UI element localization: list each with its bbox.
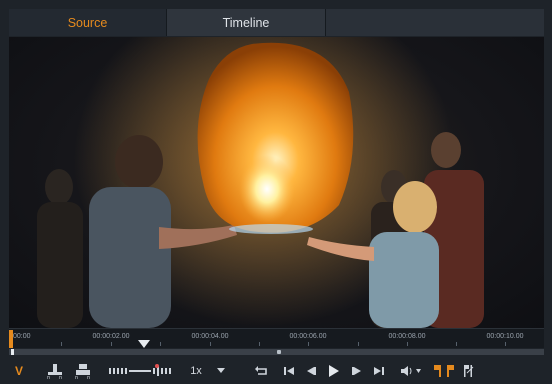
ruler-tick bbox=[61, 342, 62, 346]
mark-in-icon[interactable] bbox=[433, 362, 443, 380]
ruler-tick bbox=[160, 342, 161, 346]
svg-text:n: n bbox=[75, 375, 78, 379]
playhead-handle[interactable] bbox=[138, 340, 150, 348]
mark-out-icon[interactable] bbox=[445, 362, 455, 380]
video-preview[interactable] bbox=[9, 37, 544, 328]
step-back-icon[interactable] bbox=[303, 362, 319, 380]
svg-text:n: n bbox=[59, 375, 62, 379]
ruler-tick-label: 00:00:08.00 bbox=[388, 333, 426, 340]
ruler-tick-label: 00:00:04.00 bbox=[191, 333, 229, 340]
ruler-tick bbox=[259, 342, 260, 346]
video-frame-image bbox=[37, 37, 484, 328]
ruler-tick bbox=[407, 342, 408, 346]
tab-bar-filler bbox=[326, 9, 544, 36]
player-panel: Source Timeline 00:00 00:00:02.00 00:00:… bbox=[0, 0, 552, 384]
scrollbar-start-marker bbox=[11, 349, 14, 355]
ruler-tick bbox=[210, 342, 211, 346]
ruler-tick-label: 00:00:02.00 bbox=[92, 333, 130, 340]
go-to-end-icon[interactable] bbox=[371, 362, 387, 380]
loop-icon[interactable] bbox=[253, 362, 271, 380]
shuttle-jog-slider[interactable] bbox=[107, 362, 175, 380]
scrollbar-position-indicator[interactable] bbox=[277, 350, 281, 354]
step-forward-icon[interactable] bbox=[349, 362, 365, 380]
video-track-label: V bbox=[14, 364, 23, 378]
svg-text:n: n bbox=[47, 375, 50, 379]
transport-toolbar: V nn nn 1x bbox=[9, 357, 544, 384]
ruler-tick bbox=[358, 342, 359, 346]
ruler-tick bbox=[111, 342, 112, 346]
overwrite-split-icon[interactable]: nn bbox=[73, 362, 93, 380]
ruler-tick-label: 00:00:10.00 bbox=[486, 333, 524, 340]
volume-icon[interactable] bbox=[399, 362, 423, 380]
ruler-tick-label: 00:00 bbox=[13, 333, 31, 340]
chevron-down-icon[interactable] bbox=[215, 362, 227, 380]
tab-bar: Source Timeline bbox=[9, 9, 544, 36]
ruler-tick bbox=[505, 342, 506, 346]
svg-text:n: n bbox=[87, 375, 90, 379]
playback-speed-value: 1x bbox=[190, 365, 202, 377]
clear-marks-icon[interactable] bbox=[461, 362, 475, 380]
tab-timeline[interactable]: Timeline bbox=[166, 9, 326, 36]
tab-source[interactable]: Source bbox=[9, 9, 166, 36]
timeline-scrollbar[interactable] bbox=[9, 349, 544, 355]
play-icon[interactable] bbox=[325, 362, 343, 380]
insert-split-icon[interactable]: nn bbox=[45, 362, 65, 380]
go-to-start-icon[interactable] bbox=[281, 362, 297, 380]
timeline-ruler[interactable]: 00:00 00:00:02.00 00:00:04.00 00:00:06.0… bbox=[9, 328, 544, 348]
ruler-tick bbox=[456, 342, 457, 346]
ruler-tick bbox=[308, 342, 309, 346]
ruler-tick-label: 00:00:06.00 bbox=[289, 333, 327, 340]
playback-speed-select[interactable]: 1x bbox=[185, 362, 207, 380]
